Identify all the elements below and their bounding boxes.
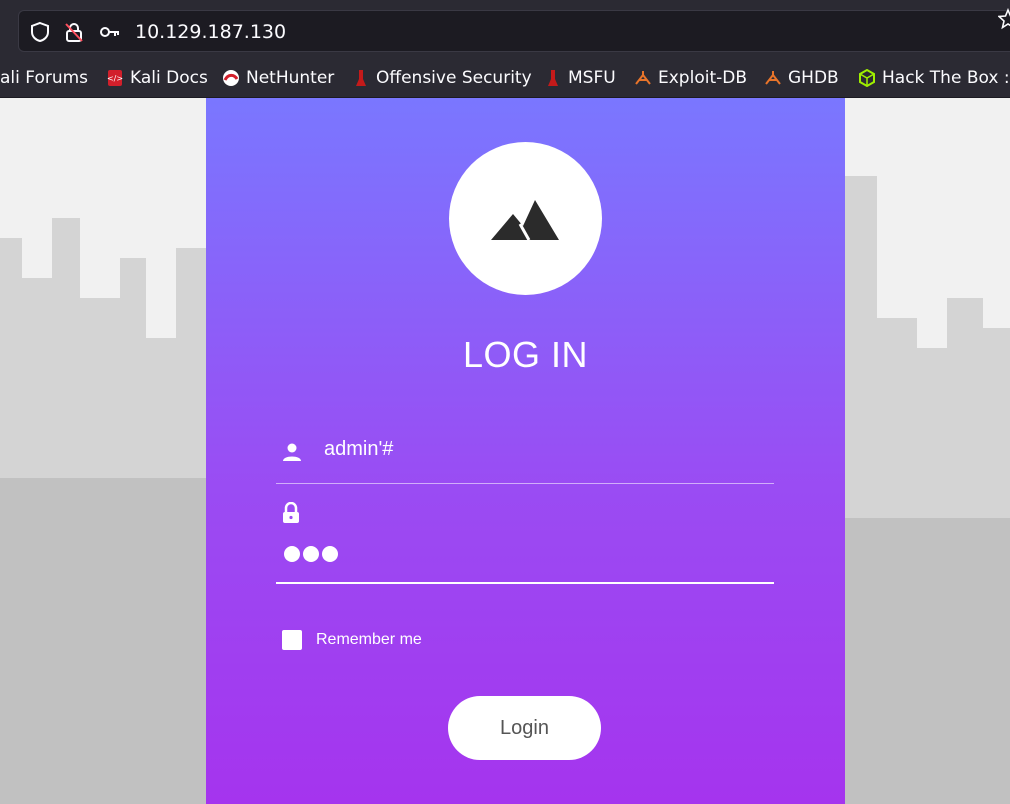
bookmark-label: Hack The Box :: <box>882 68 1010 88</box>
page-title: LOG IN <box>462 334 589 375</box>
password-dot <box>284 546 300 562</box>
bookmark-hack-the-box[interactable]: Hack The Box :: <box>858 66 1010 90</box>
bookmark-kali-forums[interactable]: ali Forums <box>0 66 88 90</box>
login-button[interactable]: Login <box>448 696 601 760</box>
bookmark-label: Exploit-DB <box>658 68 747 88</box>
login-card: LOG IN admin'# Remember me Login <box>206 98 845 804</box>
page-content: LOG IN admin'# Remember me Login <box>0 98 1010 804</box>
bookmarks-toolbar: ali Forums </> Kali Docs NetHunter Offen… <box>0 60 1010 98</box>
bookmark-ghdb[interactable]: GHDB <box>764 66 839 90</box>
htb-icon <box>858 68 876 88</box>
nethunter-icon <box>222 69 240 87</box>
bookmark-nethunter[interactable]: NetHunter <box>222 66 334 90</box>
username-value[interactable]: admin'# <box>324 438 393 461</box>
user-icon <box>282 442 302 466</box>
key-icon[interactable] <box>99 21 121 43</box>
kali-docs-icon: </> <box>106 69 124 87</box>
remember-label: Remember me <box>316 631 422 648</box>
address-bar[interactable]: 10.129.187.130 <box>18 10 1010 52</box>
remember-me[interactable]: Remember me <box>282 630 422 650</box>
bookmark-label: Offensive Security <box>376 68 532 88</box>
bookmark-exploit-db[interactable]: Exploit-DB <box>634 66 747 90</box>
bookmark-label: GHDB <box>788 68 839 88</box>
bookmark-label: ali Forums <box>0 68 89 88</box>
password-mask[interactable] <box>284 546 338 562</box>
logo <box>449 142 602 295</box>
exploitdb-icon <box>764 69 782 87</box>
bookmark-label: NetHunter <box>246 68 335 88</box>
bookmark-msfu[interactable]: MSFU <box>544 66 616 90</box>
bookmark-label: MSFU <box>568 68 616 88</box>
no-lock-icon[interactable] <box>63 21 85 43</box>
mountain-icon <box>491 200 559 241</box>
password-field[interactable] <box>276 494 774 584</box>
offsec-icon <box>352 69 370 87</box>
exploitdb-icon <box>634 69 652 87</box>
bookmark-offensive-security[interactable]: Offensive Security <box>352 66 532 90</box>
svg-text:</>: </> <box>107 74 123 83</box>
star-icon[interactable] <box>997 7 1010 34</box>
shield-icon[interactable] <box>29 21 51 43</box>
browser-toolbar: 10.129.187.130 <box>0 0 1010 60</box>
lock-icon <box>282 501 300 528</box>
bookmark-label: Kali Docs <box>130 68 208 88</box>
remember-checkbox[interactable] <box>282 630 302 650</box>
url-text[interactable]: 10.129.187.130 <box>135 21 286 43</box>
password-dot <box>322 546 338 562</box>
bookmark-kali-docs[interactable]: </> Kali Docs <box>106 66 208 90</box>
password-dot <box>303 546 319 562</box>
offsec-icon <box>544 69 562 87</box>
username-field[interactable]: admin'# <box>276 428 774 484</box>
